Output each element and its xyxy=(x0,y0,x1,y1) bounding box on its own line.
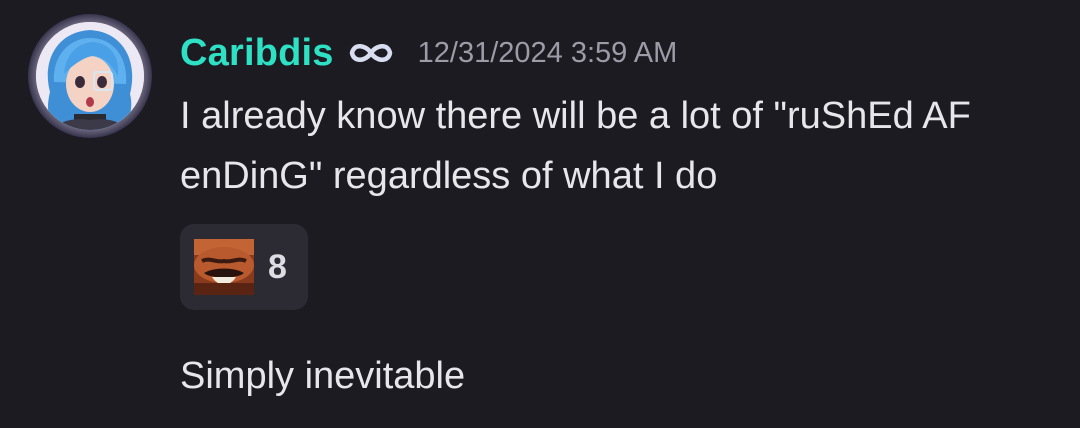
avatar-image xyxy=(36,22,144,130)
reaction-count: 8 xyxy=(268,247,287,286)
chat-message: Caribdis 12/31/2024 3:59 AM I already kn… xyxy=(0,0,1080,428)
laughing-man-emoji-icon xyxy=(194,239,254,295)
followup-message-text: Simply inevitable xyxy=(180,355,466,397)
timestamp: 12/31/2024 3:59 AM xyxy=(417,36,678,69)
avatar-portrait-icon xyxy=(36,22,144,130)
avatar[interactable] xyxy=(28,14,152,138)
reaction-button[interactable]: 8 xyxy=(180,224,308,310)
username[interactable]: Caribdis xyxy=(180,32,334,75)
message-text: I already know there will be a lot of "r… xyxy=(180,95,971,197)
infinity-icon xyxy=(346,39,396,67)
message-header: Caribdis 12/31/2024 3:59 AM xyxy=(180,28,677,78)
